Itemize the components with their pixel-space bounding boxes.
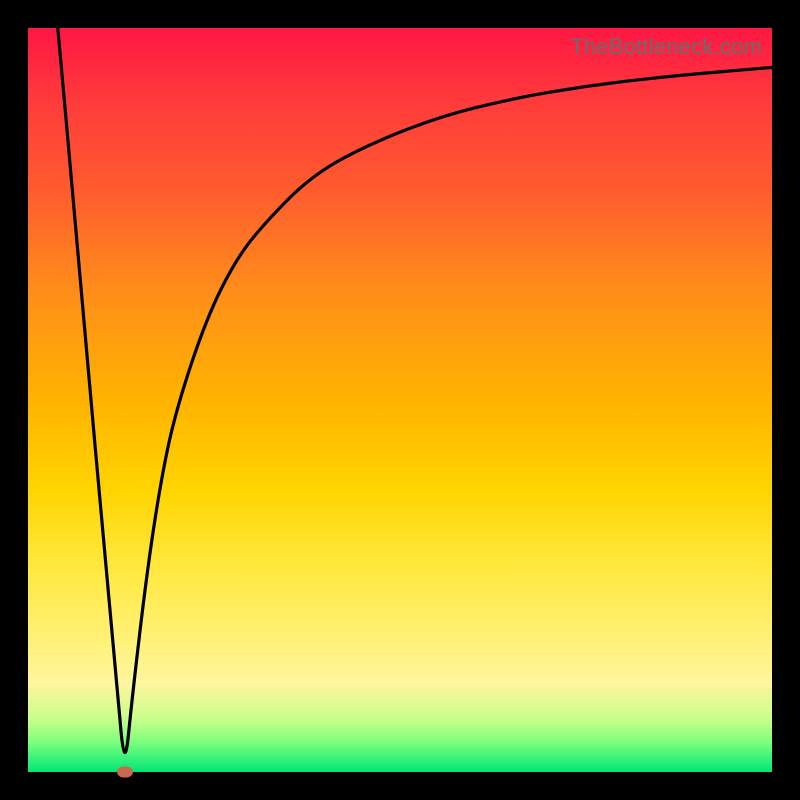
bottleneck-curve (28, 28, 772, 772)
minimum-marker (117, 767, 133, 778)
plot-area: TheBottleneck.com (28, 28, 772, 772)
chart-frame: TheBottleneck.com (0, 0, 800, 800)
